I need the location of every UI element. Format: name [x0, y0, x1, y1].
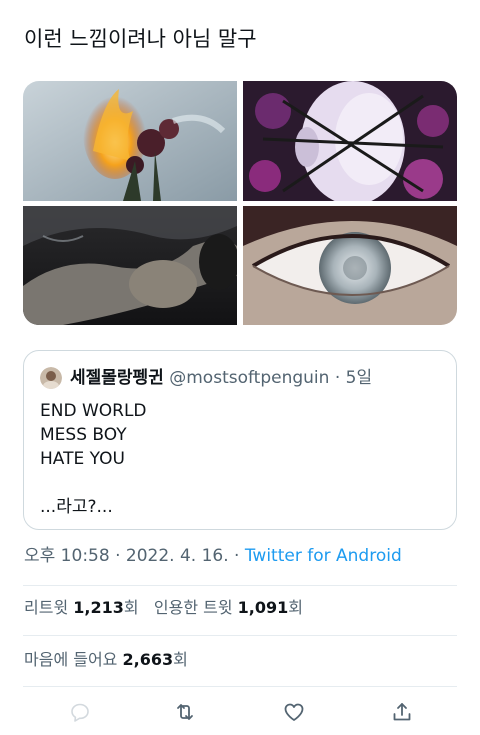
stats-row-retweets: 리트윗 1,213회 인용한 트윗 1,091회 — [24, 596, 303, 620]
display-name[interactable]: 세젤몰랑펭귄 — [70, 368, 164, 388]
quoted-tweet[interactable]: 세젤몰랑펭귄 @mostsoftpenguin · 5일 END WORLD M… — [23, 350, 457, 530]
avatar[interactable] — [40, 367, 62, 389]
timestamp[interactable]: 5일 — [346, 368, 372, 388]
quote-line-blank — [40, 471, 147, 495]
share-button[interactable] — [387, 697, 417, 727]
reply-button[interactable] — [65, 697, 95, 727]
likes-stat[interactable]: 마음에 들어요 2,663회 — [24, 650, 188, 669]
quotes-label: 인용한 트윗 — [153, 598, 233, 617]
divider — [23, 585, 457, 586]
stats-row-likes: 마음에 들어요 2,663회 — [24, 648, 188, 672]
likes-label: 마음에 들어요 — [24, 650, 118, 669]
like-button[interactable] — [279, 697, 309, 727]
mannequin-barbed-wire-image[interactable] — [243, 81, 457, 201]
handle[interactable]: @mostsoftpenguin — [169, 368, 329, 388]
divider — [23, 635, 457, 636]
quotes-stat[interactable]: 인용한 트윗 1,091회 — [154, 598, 303, 617]
quotes-unit: 회 — [288, 598, 303, 617]
quote-line: MESS BOY — [40, 425, 127, 445]
quoted-tweet-header: 세젤몰랑펭귄 @mostsoftpenguin · 5일 — [70, 367, 372, 389]
likes-count: 2,663 — [122, 650, 174, 669]
retweet-button[interactable] — [170, 697, 200, 727]
share-icon — [393, 703, 411, 721]
retweet-icon — [177, 704, 193, 720]
separator: · — [228, 546, 245, 566]
heart-icon — [284, 703, 304, 721]
quoted-tweet-text: END WORLD MESS BOY HATE YOU ...라고?... — [40, 399, 147, 519]
reply-icon — [71, 703, 89, 722]
quote-line: HATE YOU — [40, 449, 125, 469]
tweet-date[interactable]: 2022. 4. 16. — [126, 546, 229, 566]
retweets-unit: 회 — [123, 598, 139, 617]
quote-line: ...라고?... — [40, 497, 113, 517]
tweet-time[interactable]: 오후 10:58 — [24, 546, 110, 566]
glitter-eye-image[interactable] — [243, 206, 457, 325]
quotes-count: 1,091 — [237, 598, 289, 617]
figure-underwater-image[interactable] — [23, 206, 237, 325]
tweet-meta: 오후 10:58 · 2022. 4. 16. · Twitter for An… — [24, 544, 402, 568]
likes-unit: 회 — [173, 650, 188, 669]
retweets-count: 1,213 — [73, 598, 124, 617]
quote-line: END WORLD — [40, 401, 147, 421]
tweet-text: 이런 느낌이려나 아님 말구 — [24, 27, 257, 51]
retweets-stat[interactable]: 리트윗 1,213회 — [24, 598, 139, 617]
burning-flowers-image[interactable] — [23, 81, 237, 201]
separator: · — [109, 546, 126, 566]
tweet-source[interactable]: Twitter for Android — [245, 546, 402, 566]
action-bar — [23, 697, 457, 727]
separator: · — [334, 368, 341, 388]
media-grid — [23, 81, 457, 325]
retweets-label: 리트윗 — [24, 598, 69, 617]
divider — [23, 686, 457, 687]
